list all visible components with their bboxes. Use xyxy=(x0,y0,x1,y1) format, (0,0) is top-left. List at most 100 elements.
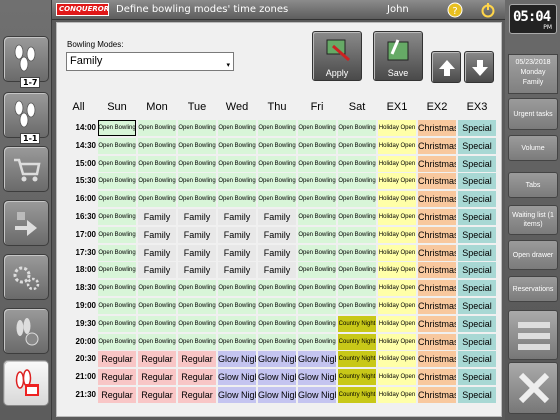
time-label[interactable]: 16:30 xyxy=(61,209,96,225)
cell-tue[interactable]: Regular xyxy=(178,369,216,386)
cell-sun[interactable]: Open Bowling xyxy=(98,120,136,136)
cell-sat[interactable]: Country Night xyxy=(338,333,376,350)
time-label[interactable]: 19:00 xyxy=(61,298,96,314)
cell-thu[interactable]: Open Bowling xyxy=(258,137,296,154)
cell-ex3[interactable]: Special xyxy=(458,209,496,225)
cell-fri[interactable]: Open Bowling xyxy=(298,262,336,279)
cell-thu[interactable]: Family xyxy=(258,209,296,225)
cell-ex2[interactable]: Christmas xyxy=(418,298,456,314)
time-label[interactable]: 20:30 xyxy=(61,351,96,367)
cell-mon[interactable]: Regular xyxy=(138,369,176,386)
urgent-tasks-button[interactable]: Urgent tasks xyxy=(508,98,558,130)
cell-ex1[interactable]: Holiday Open xyxy=(378,173,416,190)
cell-tue[interactable]: Family xyxy=(178,226,216,243)
cell-fri[interactable]: Open Bowling xyxy=(298,191,336,208)
cell-wed[interactable]: Glow Night xyxy=(218,369,256,386)
time-label[interactable]: 16:00 xyxy=(61,191,96,207)
cell-thu[interactable]: Open Bowling xyxy=(258,173,296,190)
time-label[interactable]: 21:30 xyxy=(61,387,96,403)
cell-wed[interactable]: Open Bowling xyxy=(218,155,256,172)
cell-fri[interactable]: Open Bowling xyxy=(298,173,336,190)
header-sat[interactable]: Sat xyxy=(338,101,376,113)
cell-ex2[interactable]: Christmas xyxy=(418,315,456,332)
cell-mon[interactable]: Open Bowling xyxy=(138,155,176,172)
cell-ex3[interactable]: Special xyxy=(458,333,496,350)
cell-sat[interactable]: Country Night xyxy=(338,351,376,368)
cell-ex1[interactable]: Holiday Open xyxy=(378,209,416,225)
cell-mon[interactable]: Open Bowling xyxy=(138,298,176,314)
cell-mon[interactable]: Open Bowling xyxy=(138,191,176,208)
cell-thu[interactable]: Glow Night xyxy=(258,369,296,386)
cell-sat[interactable]: Open Bowling xyxy=(338,155,376,172)
cell-sat[interactable]: Open Bowling xyxy=(338,120,376,136)
cell-fri[interactable]: Open Bowling xyxy=(298,280,336,297)
cell-sun[interactable]: Open Bowling xyxy=(98,209,136,225)
cell-thu[interactable]: Family xyxy=(258,226,296,243)
cell-wed[interactable]: Open Bowling xyxy=(218,298,256,314)
cell-sun[interactable]: Open Bowling xyxy=(98,280,136,297)
cell-tue[interactable]: Open Bowling xyxy=(178,137,216,154)
cell-wed[interactable]: Open Bowling xyxy=(218,120,256,136)
header-all[interactable]: All xyxy=(61,101,96,113)
list-button[interactable] xyxy=(508,310,558,360)
cell-wed[interactable]: Open Bowling xyxy=(218,333,256,350)
cell-fri[interactable]: Open Bowling xyxy=(298,226,336,243)
reservations-button[interactable]: Reservations xyxy=(508,276,558,302)
cell-tue[interactable]: Open Bowling xyxy=(178,173,216,190)
cell-ex1[interactable]: Holiday Open xyxy=(378,262,416,279)
header-thu[interactable]: Thu xyxy=(258,101,296,113)
cell-fri[interactable]: Open Bowling xyxy=(298,333,336,350)
cell-thu[interactable]: Open Bowling xyxy=(258,120,296,136)
cell-sat[interactable]: Country Night xyxy=(338,369,376,386)
cell-sun[interactable]: Open Bowling xyxy=(98,173,136,190)
cell-ex1[interactable]: Holiday Open xyxy=(378,137,416,154)
header-tue[interactable]: Tue xyxy=(178,101,216,113)
cell-ex2[interactable]: Christmas xyxy=(418,262,456,279)
header-ex2[interactable]: EX2 xyxy=(418,101,456,113)
cell-ex3[interactable]: Special xyxy=(458,298,496,314)
time-label[interactable]: 14:30 xyxy=(61,138,96,154)
cell-ex1[interactable]: Holiday Open xyxy=(378,120,416,136)
cell-sat[interactable]: Open Bowling xyxy=(338,262,376,279)
lanes-day-button[interactable]: 1-1 xyxy=(3,92,49,144)
cell-sun[interactable]: Open Bowling xyxy=(98,191,136,208)
cell-ex1[interactable]: Holiday Open xyxy=(378,280,416,297)
time-label[interactable]: 17:30 xyxy=(61,245,96,261)
cell-tue[interactable]: Family xyxy=(178,244,216,261)
cell-mon[interactable]: Open Bowling xyxy=(138,333,176,350)
cell-ex3[interactable]: Special xyxy=(458,315,496,332)
cell-ex2[interactable]: Christmas xyxy=(418,155,456,172)
help-icon[interactable]: ? xyxy=(447,2,463,18)
cell-sun[interactable]: Regular xyxy=(98,369,136,386)
cell-ex3[interactable]: Special xyxy=(458,226,496,243)
apply-button[interactable]: Apply xyxy=(312,31,362,81)
time-label[interactable]: 21:00 xyxy=(61,369,96,385)
cell-sun[interactable]: Open Bowling xyxy=(98,137,136,154)
cell-fri[interactable]: Open Bowling xyxy=(298,120,336,136)
cell-ex2[interactable]: Christmas xyxy=(418,209,456,225)
cell-ex1[interactable]: Holiday Open xyxy=(378,244,416,261)
cell-sun[interactable]: Regular xyxy=(98,387,136,403)
cell-tue[interactable]: Open Bowling xyxy=(178,333,216,350)
cell-ex2[interactable]: Christmas xyxy=(418,226,456,243)
cell-ex2[interactable]: Christmas xyxy=(418,351,456,368)
cell-ex3[interactable]: Special xyxy=(458,191,496,208)
cell-ex2[interactable]: Christmas xyxy=(418,173,456,190)
cell-mon[interactable]: Family xyxy=(138,209,176,225)
cell-fri[interactable]: Glow Night xyxy=(298,369,336,386)
cell-tue[interactable]: Open Bowling xyxy=(178,280,216,297)
cell-mon[interactable]: Open Bowling xyxy=(138,120,176,136)
move-down-button[interactable] xyxy=(464,51,494,83)
cell-ex3[interactable]: Special xyxy=(458,351,496,368)
header-mon[interactable]: Mon xyxy=(138,101,176,113)
cell-tue[interactable]: Open Bowling xyxy=(178,315,216,332)
cell-ex3[interactable]: Special xyxy=(458,387,496,403)
cell-thu[interactable]: Glow Night xyxy=(258,351,296,368)
cell-ex2[interactable]: Christmas xyxy=(418,387,456,403)
cell-mon[interactable]: Open Bowling xyxy=(138,280,176,297)
time-label[interactable]: 18:00 xyxy=(61,262,96,278)
cell-wed[interactable]: Open Bowling xyxy=(218,191,256,208)
cell-wed[interactable]: Glow Night xyxy=(218,351,256,368)
cell-wed[interactable]: Open Bowling xyxy=(218,280,256,297)
cell-thu[interactable]: Open Bowling xyxy=(258,315,296,332)
